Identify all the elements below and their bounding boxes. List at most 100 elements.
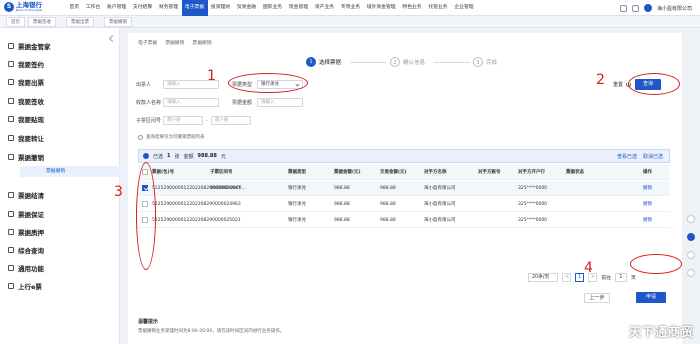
sidebar-item-11[interactable]: 通用功能 (8, 262, 44, 274)
sidebar-item-8[interactable]: 票据保证 (8, 208, 44, 220)
table-row[interactable]: 5225290000012202308290000024963 银行承兑 988.8… (138, 197, 670, 212)
table-cell: 海小盈有限公司 (424, 202, 456, 207)
nav-item-0[interactable]: 首页 (66, 0, 82, 16)
payee-input[interactable]: 请输入 (163, 98, 219, 107)
annotation-ellipse-2 (628, 73, 680, 95)
chat-icon[interactable] (687, 233, 695, 241)
table-cell: 325****0000 (518, 186, 548, 191)
breadcrumb-item-1[interactable]: 票据撤销 (165, 41, 184, 46)
revoke-link[interactable]: 撤销 (643, 213, 652, 228)
feedback-icon[interactable] (687, 251, 695, 259)
nav-item-14[interactable]: 托管业务 (425, 0, 451, 16)
range-max-input[interactable]: 最小值 (210, 116, 251, 125)
page-tab-3[interactable]: 票据撤销 (104, 17, 132, 27)
amount-input[interactable]: 请输入 (257, 98, 303, 107)
page-number-button[interactable]: 1 (575, 273, 585, 282)
nav-item-11[interactable]: 专项业务 (337, 0, 363, 16)
logo-mark-icon: S (4, 2, 14, 12)
company-name[interactable]: 海小盈有限公司 (657, 5, 692, 12)
sidebar-item-icon (8, 135, 14, 141)
sidebar-item-label: 我要签约 (18, 61, 44, 69)
breadcrumb-item-0[interactable]: 电子票据 (138, 41, 157, 46)
notification-icon[interactable] (631, 4, 639, 12)
annotation-number-4: 4 (584, 260, 593, 276)
total-unit: 元 (220, 153, 226, 160)
sidebar-item-icon (8, 61, 14, 67)
sidebar-item-6[interactable]: 票据撤销 (8, 151, 44, 163)
message-icon[interactable] (619, 4, 627, 12)
breadcrumb-item-2: 票据撤销 (192, 41, 212, 46)
sidebar-item-label: 我要签收 (18, 98, 44, 106)
column-header: 票据类型 (288, 170, 306, 175)
goto-label: 前往 (601, 276, 611, 281)
page-tab-2[interactable]: 票据出票 (66, 17, 94, 27)
table-cell: 5225290000012202308290000025021 (152, 218, 241, 223)
sidebar-item-10[interactable]: 综合查询 (8, 244, 44, 256)
sidebar-item-4[interactable]: 我要贴现 (8, 113, 44, 125)
hint: 查询结果仅为可撤销票据列表 (138, 134, 205, 140)
sidebar-item-7[interactable]: 票据结清 (8, 189, 44, 201)
main-nav: 首页 工作台 账户管理 支付结算 财务管理 电子票据 投资理财 贸易金融 国际业务 现金管理 资产业… (66, 0, 477, 16)
nav-item-2[interactable]: 账户管理 (104, 0, 130, 16)
page-tab-0[interactable]: 首页 (6, 17, 25, 27)
nav-item-10[interactable]: 资产业务 (311, 0, 337, 16)
nav-item-9[interactable]: 现金管理 (285, 0, 311, 16)
nav-item-1[interactable]: 工作台 (82, 0, 103, 16)
service-icon[interactable] (687, 215, 695, 223)
bank-logo[interactable]: S 上海银行 Bank of Shanghai (4, 2, 42, 12)
nav-item-7[interactable]: 贸易金融 (234, 0, 260, 16)
nav-item-15[interactable]: 企业管理 (451, 0, 477, 16)
sidebar-item-label: 票据撤销 (18, 154, 44, 162)
annotation-ellipse-1 (228, 73, 308, 93)
prev-step-button[interactable]: 上一步 (584, 293, 610, 303)
annotation-number-2: 2 (596, 72, 605, 88)
nav-item-12[interactable]: 境外资金管理 (363, 0, 399, 16)
clear-selected-link[interactable]: 取消已选 (643, 153, 663, 160)
sidebar-item-label: 通用功能 (18, 265, 44, 273)
nav-item-3[interactable]: 支付结算 (130, 0, 156, 16)
sidebar-item-1[interactable]: 我要签约 (8, 58, 44, 70)
step-1-number: 1 (306, 57, 316, 67)
view-selected-link[interactable]: 查看已选 (617, 153, 637, 160)
floating-tools (686, 215, 696, 277)
selected-unit: 张 (174, 153, 180, 160)
sidebar-item-12[interactable]: 上行e票 (8, 280, 42, 292)
sub-range-label: 子票区间号 (136, 118, 162, 124)
column-header: 票据金额(元) (334, 170, 361, 175)
revoke-link[interactable]: 撤销 (643, 197, 652, 212)
total-label: 金额 (183, 153, 194, 160)
step-2: 2 确认信息 (390, 57, 425, 67)
nav-item-13[interactable]: 特色业务 (399, 0, 425, 16)
selection-info-icon (143, 153, 149, 159)
table-cell: 325****0000 (518, 202, 548, 207)
collapse-icon[interactable] (108, 34, 117, 43)
revoke-link[interactable]: 撤销 (643, 181, 652, 196)
page-tabs: 首页 票据签收 票据出票 票据撤销 (0, 16, 700, 28)
sidebar-item-icon (8, 98, 14, 104)
page-tab-1[interactable]: 票据签收 (28, 17, 56, 27)
sidebar-item-9[interactable]: 票据质押 (8, 226, 44, 238)
sidebar-subitem-active[interactable]: 票据撤销 (20, 166, 120, 177)
sidebar-item-2[interactable]: 我要出票 (8, 76, 44, 88)
nav-item-5[interactable]: 电子票据 (181, 0, 208, 16)
apply-button[interactable]: 申请 (636, 292, 666, 303)
page-size-select[interactable]: 20条/页 (528, 273, 559, 282)
sidebar-item-3[interactable]: 我要签收 (8, 95, 44, 107)
nav-item-6[interactable]: 投资理财 (208, 0, 234, 16)
nav-item-8[interactable]: 国际业务 (259, 0, 285, 16)
range-min-input[interactable]: 最小值 (163, 116, 203, 125)
table-row[interactable]: 5225290000012202308290000025021 银行承兑 988.8… (138, 213, 670, 228)
sidebar-item-0[interactable]: 票据金管家 (8, 40, 51, 52)
step-indicator: 1 选择票据 2 确认信息 3 完成 (306, 57, 506, 71)
table-row[interactable]: 5225290000012202308290000024947 000000000… (138, 181, 670, 196)
column-header: 交易金额(元) (380, 170, 407, 175)
nav-item-4[interactable]: 财务管理 (156, 0, 182, 16)
amount-label: 票据金额 (232, 100, 253, 106)
sidebar-item-label: 票据保证 (18, 211, 44, 219)
avatar[interactable] (643, 4, 652, 12)
sidebar-item-5[interactable]: 我要转让 (8, 132, 44, 144)
goto-input[interactable]: 1 (614, 273, 627, 282)
prev-page-button[interactable]: < (562, 273, 572, 282)
step-3-label: 完成 (486, 60, 498, 66)
back-to-top-icon[interactable] (687, 269, 695, 277)
